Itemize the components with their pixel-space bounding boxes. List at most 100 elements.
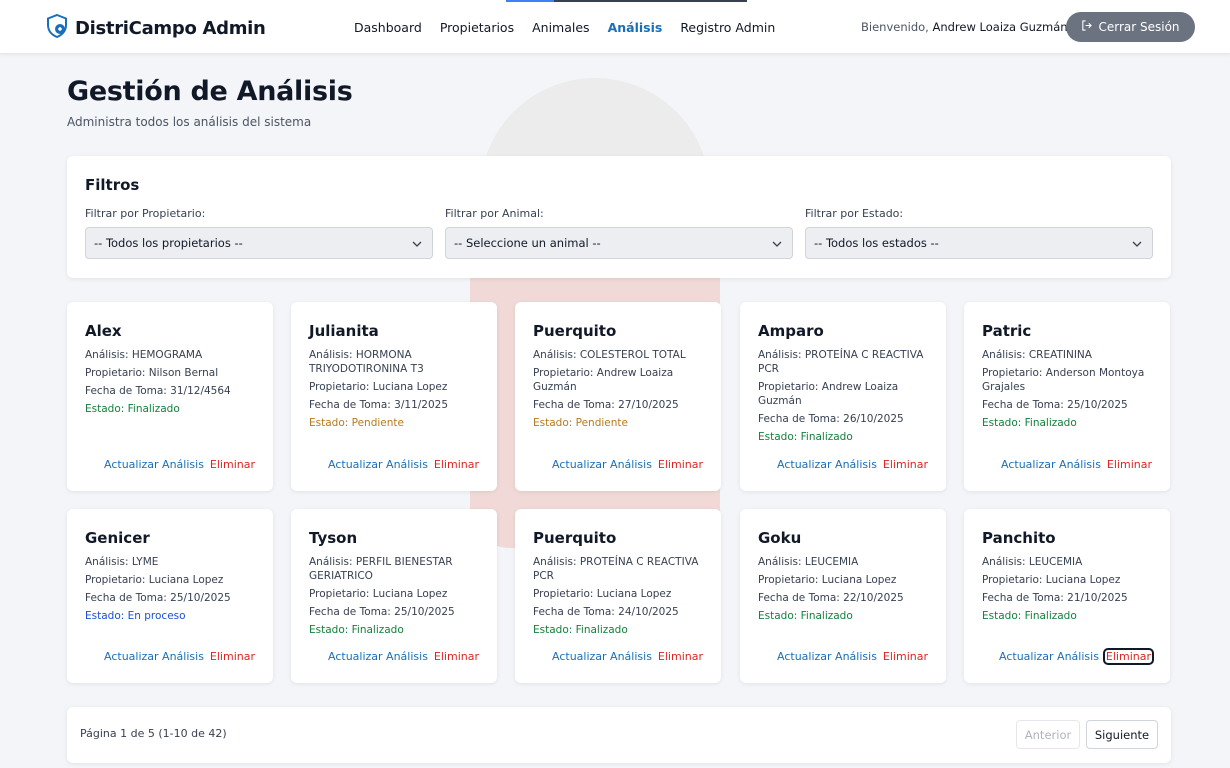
update-analysis-link[interactable]: Actualizar Análisis	[999, 650, 1099, 663]
analysis-card: Julianita Análisis: HORMONA TRIYODOTIRON…	[291, 302, 497, 491]
card-status: Estado: Finalizado	[758, 610, 853, 622]
update-analysis-link[interactable]: Actualizar Análisis	[777, 458, 877, 471]
card-date: Fecha de Toma: 3/11/2025	[309, 399, 449, 411]
status-select[interactable]: -- Todos los estados --	[805, 227, 1153, 259]
delete-link[interactable]: Eliminar	[658, 650, 703, 663]
analysis-card: Alex Análisis: HEMOGRAMA Propietario: Ni…	[67, 302, 273, 491]
card-animal-name: Puerquito	[533, 529, 617, 547]
card-date: Fecha de Toma: 26/10/2025	[758, 413, 904, 425]
card-owner: Propietario: Luciana Lopez	[309, 381, 448, 393]
animal-select-value: -- Seleccione un animal --	[454, 236, 601, 250]
card-date: Fecha de Toma: 25/10/2025	[982, 399, 1128, 411]
nav-registro-admin[interactable]: Registro Admin	[680, 20, 775, 35]
update-analysis-link[interactable]: Actualizar Análisis	[104, 458, 204, 471]
analysis-card: Amparo Análisis: PROTEÍNA C REACTIVA PCR…	[740, 302, 946, 491]
card-status: Estado: Finalizado	[982, 417, 1077, 429]
delete-link[interactable]: Eliminar	[883, 458, 928, 471]
previous-page-button[interactable]: Anterior	[1016, 720, 1080, 749]
chevron-down-icon	[772, 241, 782, 247]
brand[interactable]: DistriCampo Admin	[46, 13, 266, 42]
card-status: Estado: En proceso	[85, 610, 186, 622]
card-date: Fecha de Toma: 25/10/2025	[309, 606, 455, 618]
analysis-card: Puerquito Análisis: PROTEÍNA C REACTIVA …	[515, 509, 721, 683]
card-status: Estado: Finalizado	[309, 624, 404, 636]
main-nav: Dashboard Propietarios Animales Análisis…	[354, 0, 775, 54]
navbar: DistriCampo Admin Dashboard Propietarios…	[0, 0, 1230, 54]
card-analysis: Análisis: LYME	[85, 556, 159, 568]
nav-animales[interactable]: Animales	[532, 20, 589, 35]
filters-panel: Filtros Filtrar por Propietario: -- Todo…	[67, 156, 1171, 278]
card-date: Fecha de Toma: 24/10/2025	[533, 606, 679, 618]
card-analysis: Análisis: COLESTEROL TOTAL	[533, 349, 686, 361]
update-analysis-link[interactable]: Actualizar Análisis	[777, 650, 877, 663]
card-owner: Propietario: Andrew Loaiza Guzmán	[758, 381, 899, 407]
delete-link[interactable]: Eliminar	[210, 458, 255, 471]
update-analysis-link[interactable]: Actualizar Análisis	[1001, 458, 1101, 471]
card-animal-name: Julianita	[309, 322, 379, 340]
card-animal-name: Patric	[982, 322, 1032, 340]
page-subtitle: Administra todos los análisis del sistem…	[67, 115, 312, 129]
animal-filter: Filtrar por Animal: -- Seleccione un ani…	[445, 207, 793, 259]
logout-button[interactable]: Cerrar Sesión	[1066, 12, 1195, 42]
card-date: Fecha de Toma: 22/10/2025	[758, 592, 904, 604]
logout-label: Cerrar Sesión	[1098, 20, 1180, 34]
animal-filter-label: Filtrar por Animal:	[445, 207, 544, 220]
chevron-down-icon	[1132, 241, 1142, 247]
next-page-button[interactable]: Siguiente	[1086, 720, 1158, 749]
update-analysis-link[interactable]: Actualizar Análisis	[328, 650, 428, 663]
card-status: Estado: Finalizado	[982, 610, 1077, 622]
nav-propietarios[interactable]: Propietarios	[440, 20, 514, 35]
card-animal-name: Panchito	[982, 529, 1056, 547]
card-date: Fecha de Toma: 31/12/4564	[85, 385, 231, 397]
card-owner: Propietario: Luciana Lopez	[533, 588, 672, 600]
status-select-value: -- Todos los estados --	[814, 236, 939, 250]
update-analysis-link[interactable]: Actualizar Análisis	[328, 458, 428, 471]
update-analysis-link[interactable]: Actualizar Análisis	[104, 650, 204, 663]
logout-icon	[1081, 20, 1093, 34]
card-animal-name: Puerquito	[533, 322, 617, 340]
delete-link[interactable]: Eliminar	[1102, 648, 1155, 665]
card-analysis: Análisis: PROTEÍNA C REACTIVA PCR	[533, 556, 699, 582]
user-name: Andrew Loaiza Guzmán	[932, 20, 1068, 34]
owner-filter: Filtrar por Propietario: -- Todos los pr…	[85, 207, 433, 259]
animal-select[interactable]: -- Seleccione un animal --	[445, 227, 793, 259]
delete-link[interactable]: Eliminar	[434, 458, 479, 471]
owner-select[interactable]: -- Todos los propietarios --	[85, 227, 433, 259]
card-date: Fecha de Toma: 21/10/2025	[982, 592, 1128, 604]
card-animal-name: Genicer	[85, 529, 150, 547]
delete-link[interactable]: Eliminar	[658, 458, 703, 471]
card-status: Estado: Pendiente	[309, 417, 404, 429]
card-owner: Propietario: Andrew Loaiza Guzmán	[533, 367, 674, 393]
card-owner: Propietario: Luciana Lopez	[982, 574, 1121, 586]
nav-analisis[interactable]: Análisis	[608, 20, 663, 35]
card-status: Estado: Finalizado	[758, 431, 853, 443]
card-status: Estado: Finalizado	[533, 624, 628, 636]
card-status: Estado: Pendiente	[533, 417, 628, 429]
card-analysis: Análisis: LEUCEMIA	[758, 556, 859, 568]
card-analysis: Análisis: PROTEÍNA C REACTIVA PCR	[758, 349, 924, 375]
shield-logo-icon	[46, 13, 68, 42]
update-analysis-link[interactable]: Actualizar Análisis	[552, 458, 652, 471]
update-analysis-link[interactable]: Actualizar Análisis	[552, 650, 652, 663]
brand-name: DistriCampo Admin	[75, 17, 266, 39]
card-analysis: Análisis: HEMOGRAMA	[85, 349, 203, 361]
analysis-card: Puerquito Análisis: COLESTEROL TOTAL Pro…	[515, 302, 721, 491]
status-filter-label: Filtrar por Estado:	[805, 207, 904, 220]
analysis-card: Goku Análisis: LEUCEMIA Propietario: Luc…	[740, 509, 946, 683]
nav-dashboard[interactable]: Dashboard	[354, 20, 422, 35]
analysis-card: Panchito Análisis: LEUCEMIA Propietario:…	[964, 509, 1170, 683]
delete-link[interactable]: Eliminar	[1107, 458, 1152, 471]
delete-link[interactable]: Eliminar	[210, 650, 255, 663]
delete-link[interactable]: Eliminar	[434, 650, 479, 663]
delete-link[interactable]: Eliminar	[883, 650, 928, 663]
owner-filter-label: Filtrar por Propietario:	[85, 207, 206, 220]
card-animal-name: Alex	[85, 322, 122, 340]
analysis-card: Genicer Análisis: LYME Propietario: Luci…	[67, 509, 273, 683]
card-analysis: Análisis: HORMONA TRIYODOTIRONINA T3	[309, 349, 424, 375]
card-status: Estado: Finalizado	[85, 403, 180, 415]
analysis-card: Tyson Análisis: PERFIL BIENESTAR GERIATR…	[291, 509, 497, 683]
welcome-prefix: Bienvenido,	[861, 20, 929, 34]
status-filter: Filtrar por Estado: -- Todos los estados…	[805, 207, 1153, 259]
owner-select-value: -- Todos los propietarios --	[94, 236, 243, 250]
card-owner: Propietario: Anderson Montoya Grajales	[982, 367, 1145, 393]
